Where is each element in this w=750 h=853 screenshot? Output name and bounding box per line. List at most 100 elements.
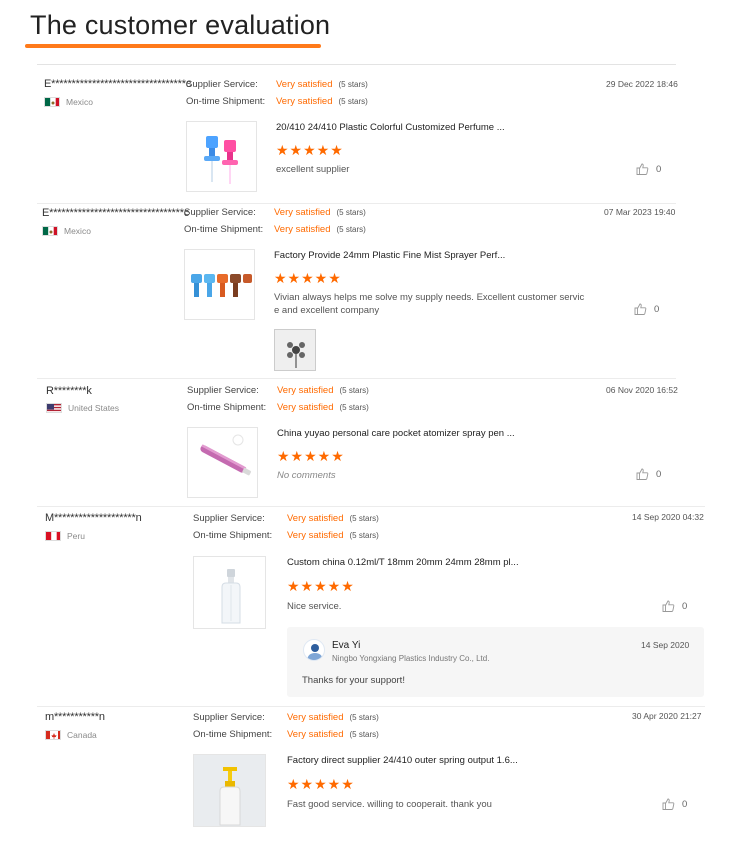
ontime-shipment-stars: (5 stars) (336, 225, 366, 234)
country-name: Canada (67, 730, 97, 740)
ontime-shipment-label: On-time Shipment: (184, 224, 264, 235)
title-underline (25, 44, 321, 48)
ontime-shipment-label: On-time Shipment: (193, 530, 273, 541)
ontime-shipment-value: Very satisfied (274, 224, 331, 235)
lotion-pump-bottle-image (194, 755, 265, 826)
product-title-link[interactable]: 20/410 24/410 Plastic Colorful Customize… (276, 122, 505, 133)
country-name: United States (68, 403, 120, 413)
ontime-shipment-row: On-time Shipment: Very satisfied (5 star… (184, 224, 366, 235)
review-comment: Fast good service. willing to cooperait.… (287, 799, 492, 810)
supplier-service-stars: (5 stars) (349, 713, 379, 722)
ontime-shipment-label: On-time Shipment: (186, 96, 266, 107)
supplier-service-value: Very satisfied (274, 207, 331, 218)
like-button[interactable]: 0 (634, 303, 659, 315)
ontime-shipment-value: Very satisfied (287, 530, 344, 541)
product-title-link[interactable]: Custom china 0.12ml/T 18mm 20mm 24mm 28m… (287, 557, 519, 568)
reviewer-country: Peru (45, 531, 85, 541)
review-date: 07 Mar 2023 19:40 (604, 207, 676, 217)
review-date: 29 Dec 2022 18:46 (606, 79, 678, 89)
reviewer-country: Mexico (44, 97, 93, 107)
canada-flag-icon (45, 730, 61, 740)
product-title-link[interactable]: China yuyao personal care pocket atomize… (277, 428, 515, 439)
supplier-avatar-icon (307, 644, 323, 660)
like-button[interactable]: 0 (636, 163, 661, 175)
flower-photo-image (275, 330, 315, 370)
ontime-shipment-row: On-time Shipment: Very satisfied (5 star… (186, 96, 368, 107)
atomizer-pen-image (200, 434, 252, 476)
product-thumbnail[interactable] (187, 427, 258, 498)
product-thumbnail[interactable] (186, 121, 257, 192)
thumbs-up-icon (636, 468, 649, 480)
reviewer-country: Mexico (42, 226, 91, 236)
thumbs-up-icon (634, 303, 647, 315)
supplier-service-label: Supplier Service: (193, 513, 265, 524)
peru-flag-icon (45, 531, 61, 541)
reviewer-name: M********************n (45, 512, 142, 524)
ontime-shipment-stars: (5 stars) (338, 97, 368, 106)
country-name: Mexico (66, 97, 93, 107)
supplier-service-stars: (5 stars) (349, 514, 379, 523)
like-count: 0 (656, 468, 662, 480)
reviewer-name: R********k (46, 385, 92, 397)
supplier-service-row: Supplier Service: Very satisfied (5 star… (187, 385, 369, 396)
country-name: Mexico (64, 226, 91, 236)
product-thumbnail[interactable] (193, 754, 266, 827)
divider (37, 64, 676, 65)
ontime-shipment-row: On-time Shipment: Very satisfied (5 star… (187, 402, 369, 413)
reviewer-name: E*********************************c (42, 207, 190, 219)
product-thumbnail[interactable] (184, 249, 255, 320)
rating-stars: ★★★★★ (276, 142, 344, 158)
rating-stars: ★★★★★ (287, 578, 355, 594)
supplier-service-value: Very satisfied (277, 385, 334, 396)
like-button[interactable]: 0 (662, 600, 687, 612)
ontime-shipment-value: Very satisfied (287, 729, 344, 740)
us-flag-icon (46, 403, 62, 413)
like-count: 0 (654, 303, 660, 315)
spray-bottle-image (221, 569, 241, 624)
review-date: 14 Sep 2020 04:32 (632, 512, 704, 522)
reviewer-country: United States (46, 403, 119, 413)
perfume-sprayer-image (204, 136, 238, 184)
ontime-shipment-value: Very satisfied (276, 96, 333, 107)
ontime-shipment-stars: (5 stars) (339, 403, 369, 412)
product-thumbnail[interactable] (193, 556, 266, 629)
supplier-service-value: Very satisfied (287, 712, 344, 723)
supplier-service-label: Supplier Service: (193, 712, 265, 723)
like-count: 0 (656, 163, 662, 175)
supplier-service-label: Supplier Service: (184, 207, 256, 218)
rating-stars: ★★★★★ (274, 270, 342, 286)
supplier-service-label: Supplier Service: (187, 385, 259, 396)
review-comment-line: e and excellent company (274, 305, 380, 316)
ontime-shipment-label: On-time Shipment: (193, 729, 273, 740)
product-title-link[interactable]: Factory direct supplier 24/410 outer spr… (287, 755, 518, 766)
supplier-service-row: Supplier Service: Very satisfied (5 star… (193, 513, 379, 524)
mexico-flag-icon (42, 226, 58, 236)
reply-date: 14 Sep 2020 (641, 640, 690, 650)
supplier-service-row: Supplier Service: Very satisfied (5 star… (186, 79, 368, 90)
reviewer-name: E*********************************c (44, 78, 192, 90)
product-title-link[interactable]: Factory Provide 24mm Plastic Fine Mist S… (274, 250, 505, 261)
reviewer-country: Canada (45, 730, 97, 740)
like-button[interactable]: 0 (636, 468, 661, 480)
divider (37, 506, 705, 507)
rating-stars: ★★★★★ (287, 776, 355, 792)
reply-company: Ningbo Yongxiang Plastics Industry Co., … (332, 654, 490, 663)
thumbs-up-icon (636, 163, 649, 175)
review-photo[interactable] (274, 329, 316, 371)
divider (37, 706, 705, 707)
supplier-service-stars: (5 stars) (339, 386, 369, 395)
ontime-shipment-row: On-time Shipment: Very satisfied (5 star… (193, 530, 379, 541)
supplier-service-stars: (5 stars) (336, 208, 366, 217)
thumbs-up-icon (662, 798, 675, 810)
supplier-service-value: Very satisfied (287, 513, 344, 524)
rating-stars: ★★★★★ (277, 448, 345, 464)
review-comment: excellent supplier (276, 164, 350, 175)
supplier-service-value: Very satisfied (276, 79, 333, 90)
country-name: Peru (67, 531, 85, 541)
like-button[interactable]: 0 (662, 798, 687, 810)
sprayer-heads-image (191, 274, 252, 297)
thumbs-up-icon (662, 600, 675, 612)
ontime-shipment-value: Very satisfied (277, 402, 334, 413)
divider (37, 203, 676, 204)
avatar (303, 639, 325, 661)
